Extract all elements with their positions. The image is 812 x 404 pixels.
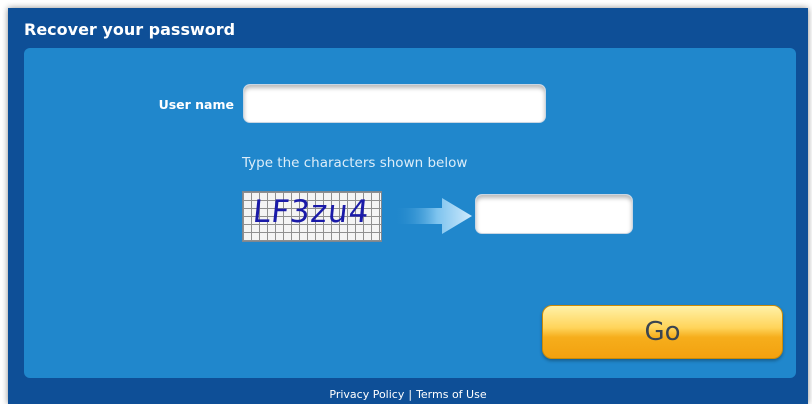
recover-password-window: Recover your password User name Type the…	[8, 8, 808, 404]
privacy-policy-link[interactable]: Privacy Policy	[329, 388, 404, 401]
captcha-image: LF3zu4	[242, 191, 382, 242]
arrow-right-icon	[394, 198, 472, 234]
username-input[interactable]	[243, 84, 546, 123]
username-label: User name	[158, 97, 234, 112]
terms-of-use-link[interactable]: Terms of Use	[416, 388, 487, 401]
footer-separator: |	[408, 388, 413, 401]
go-button[interactable]: Go	[542, 305, 783, 359]
captcha-instruction: Type the characters shown below	[242, 155, 468, 171]
form-panel: User name Type the characters shown belo…	[24, 48, 796, 378]
captcha-text: LF3zu4	[251, 194, 372, 230]
captcha-input[interactable]	[475, 194, 633, 234]
page-title: Recover your password	[24, 20, 236, 39]
footer: Privacy Policy | Terms of Use	[8, 388, 808, 401]
